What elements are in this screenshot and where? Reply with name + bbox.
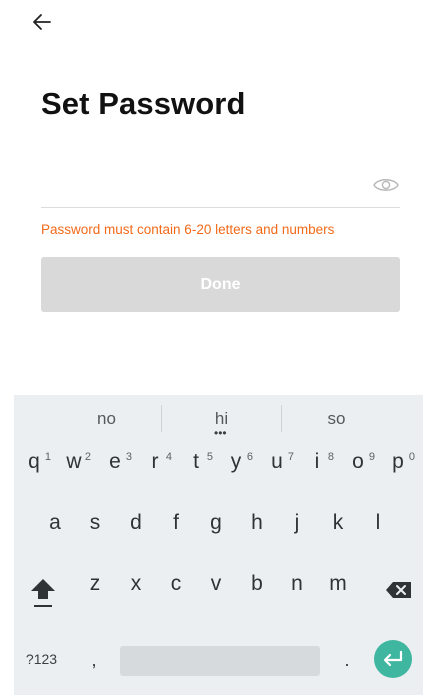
key-x[interactable]: x bbox=[116, 562, 156, 606]
key-r[interactable]: 4r bbox=[135, 440, 175, 484]
suggestion-item[interactable]: no bbox=[54, 395, 159, 442]
key-label: p bbox=[392, 450, 404, 473]
key-i[interactable]: 8i bbox=[297, 440, 337, 484]
key-a[interactable]: a bbox=[35, 501, 75, 545]
key-hint: 0 bbox=[408, 451, 415, 463]
key-c[interactable]: c bbox=[156, 562, 196, 606]
soft-keyboard: no hi ••• so 1q 2w 3e 4r 5t 6y 7u 8i 9o … bbox=[14, 395, 423, 695]
key-hint: 9 bbox=[368, 451, 375, 463]
key-label: i bbox=[314, 450, 320, 473]
key-b[interactable]: b bbox=[237, 562, 277, 606]
enter-icon bbox=[383, 650, 403, 667]
key-label: q bbox=[28, 450, 40, 473]
key-y[interactable]: 6y bbox=[216, 440, 256, 484]
set-password-screen: Set Password Password must contain 6-20 … bbox=[0, 0, 423, 695]
key-hint: 2 bbox=[84, 451, 91, 463]
done-button[interactable]: Done bbox=[41, 257, 400, 312]
key-t[interactable]: 5t bbox=[176, 440, 216, 484]
password-input[interactable] bbox=[41, 166, 361, 206]
key-p[interactable]: 0p bbox=[378, 440, 418, 484]
eye-icon bbox=[373, 179, 399, 191]
key-s[interactable]: s bbox=[75, 501, 115, 545]
key-label: t bbox=[193, 450, 199, 473]
back-button[interactable] bbox=[30, 10, 54, 34]
key-v[interactable]: v bbox=[196, 562, 236, 606]
key-q[interactable]: 1q bbox=[14, 440, 54, 484]
key-label: w bbox=[66, 450, 82, 473]
period-key[interactable]: . bbox=[332, 645, 362, 675]
key-hint: 1 bbox=[44, 451, 51, 463]
key-label: y bbox=[230, 450, 242, 473]
key-label: e bbox=[109, 450, 121, 473]
key-j[interactable]: j bbox=[277, 501, 317, 545]
key-hint: 7 bbox=[287, 451, 294, 463]
key-o[interactable]: 9o bbox=[338, 440, 378, 484]
key-m[interactable]: m bbox=[318, 562, 358, 606]
shift-key[interactable] bbox=[28, 573, 58, 609]
comma-key[interactable]: , bbox=[79, 645, 109, 675]
key-label: r bbox=[151, 450, 159, 473]
enter-key[interactable] bbox=[374, 640, 412, 678]
suggestion-bar: no hi ••• so bbox=[14, 395, 423, 442]
key-l[interactable]: l bbox=[358, 501, 398, 545]
key-f[interactable]: f bbox=[156, 501, 196, 545]
key-hint: 6 bbox=[246, 451, 253, 463]
key-label: o bbox=[352, 450, 364, 473]
shift-icon bbox=[31, 579, 55, 607]
key-u[interactable]: 7u bbox=[257, 440, 297, 484]
key-d[interactable]: d bbox=[116, 501, 156, 545]
arrow-left-icon bbox=[33, 14, 51, 30]
suggestion-divider bbox=[281, 405, 282, 432]
space-key[interactable] bbox=[120, 646, 320, 676]
suggestion-divider bbox=[161, 405, 162, 432]
key-k[interactable]: k bbox=[318, 501, 358, 545]
key-hint: 8 bbox=[327, 451, 334, 463]
key-hint: 5 bbox=[206, 451, 213, 463]
key-label: u bbox=[271, 450, 283, 473]
password-hint: Password must contain 6-20 letters and n… bbox=[41, 222, 335, 237]
key-hint: 4 bbox=[165, 451, 172, 463]
key-g[interactable]: g bbox=[196, 501, 236, 545]
key-e[interactable]: 3e bbox=[95, 440, 135, 484]
page-title: Set Password bbox=[41, 86, 246, 121]
symbols-key[interactable]: ?123 bbox=[14, 644, 69, 674]
key-hint: 3 bbox=[125, 451, 132, 463]
key-z[interactable]: z bbox=[75, 562, 115, 606]
backspace-key[interactable] bbox=[384, 575, 414, 605]
more-suggestions-icon: ••• bbox=[214, 426, 227, 440]
key-h[interactable]: h bbox=[237, 501, 277, 545]
password-field bbox=[41, 166, 400, 208]
key-w[interactable]: 2w bbox=[54, 440, 94, 484]
key-n[interactable]: n bbox=[277, 562, 317, 606]
toggle-visibility-button[interactable] bbox=[372, 174, 400, 196]
backspace-icon bbox=[386, 582, 411, 598]
